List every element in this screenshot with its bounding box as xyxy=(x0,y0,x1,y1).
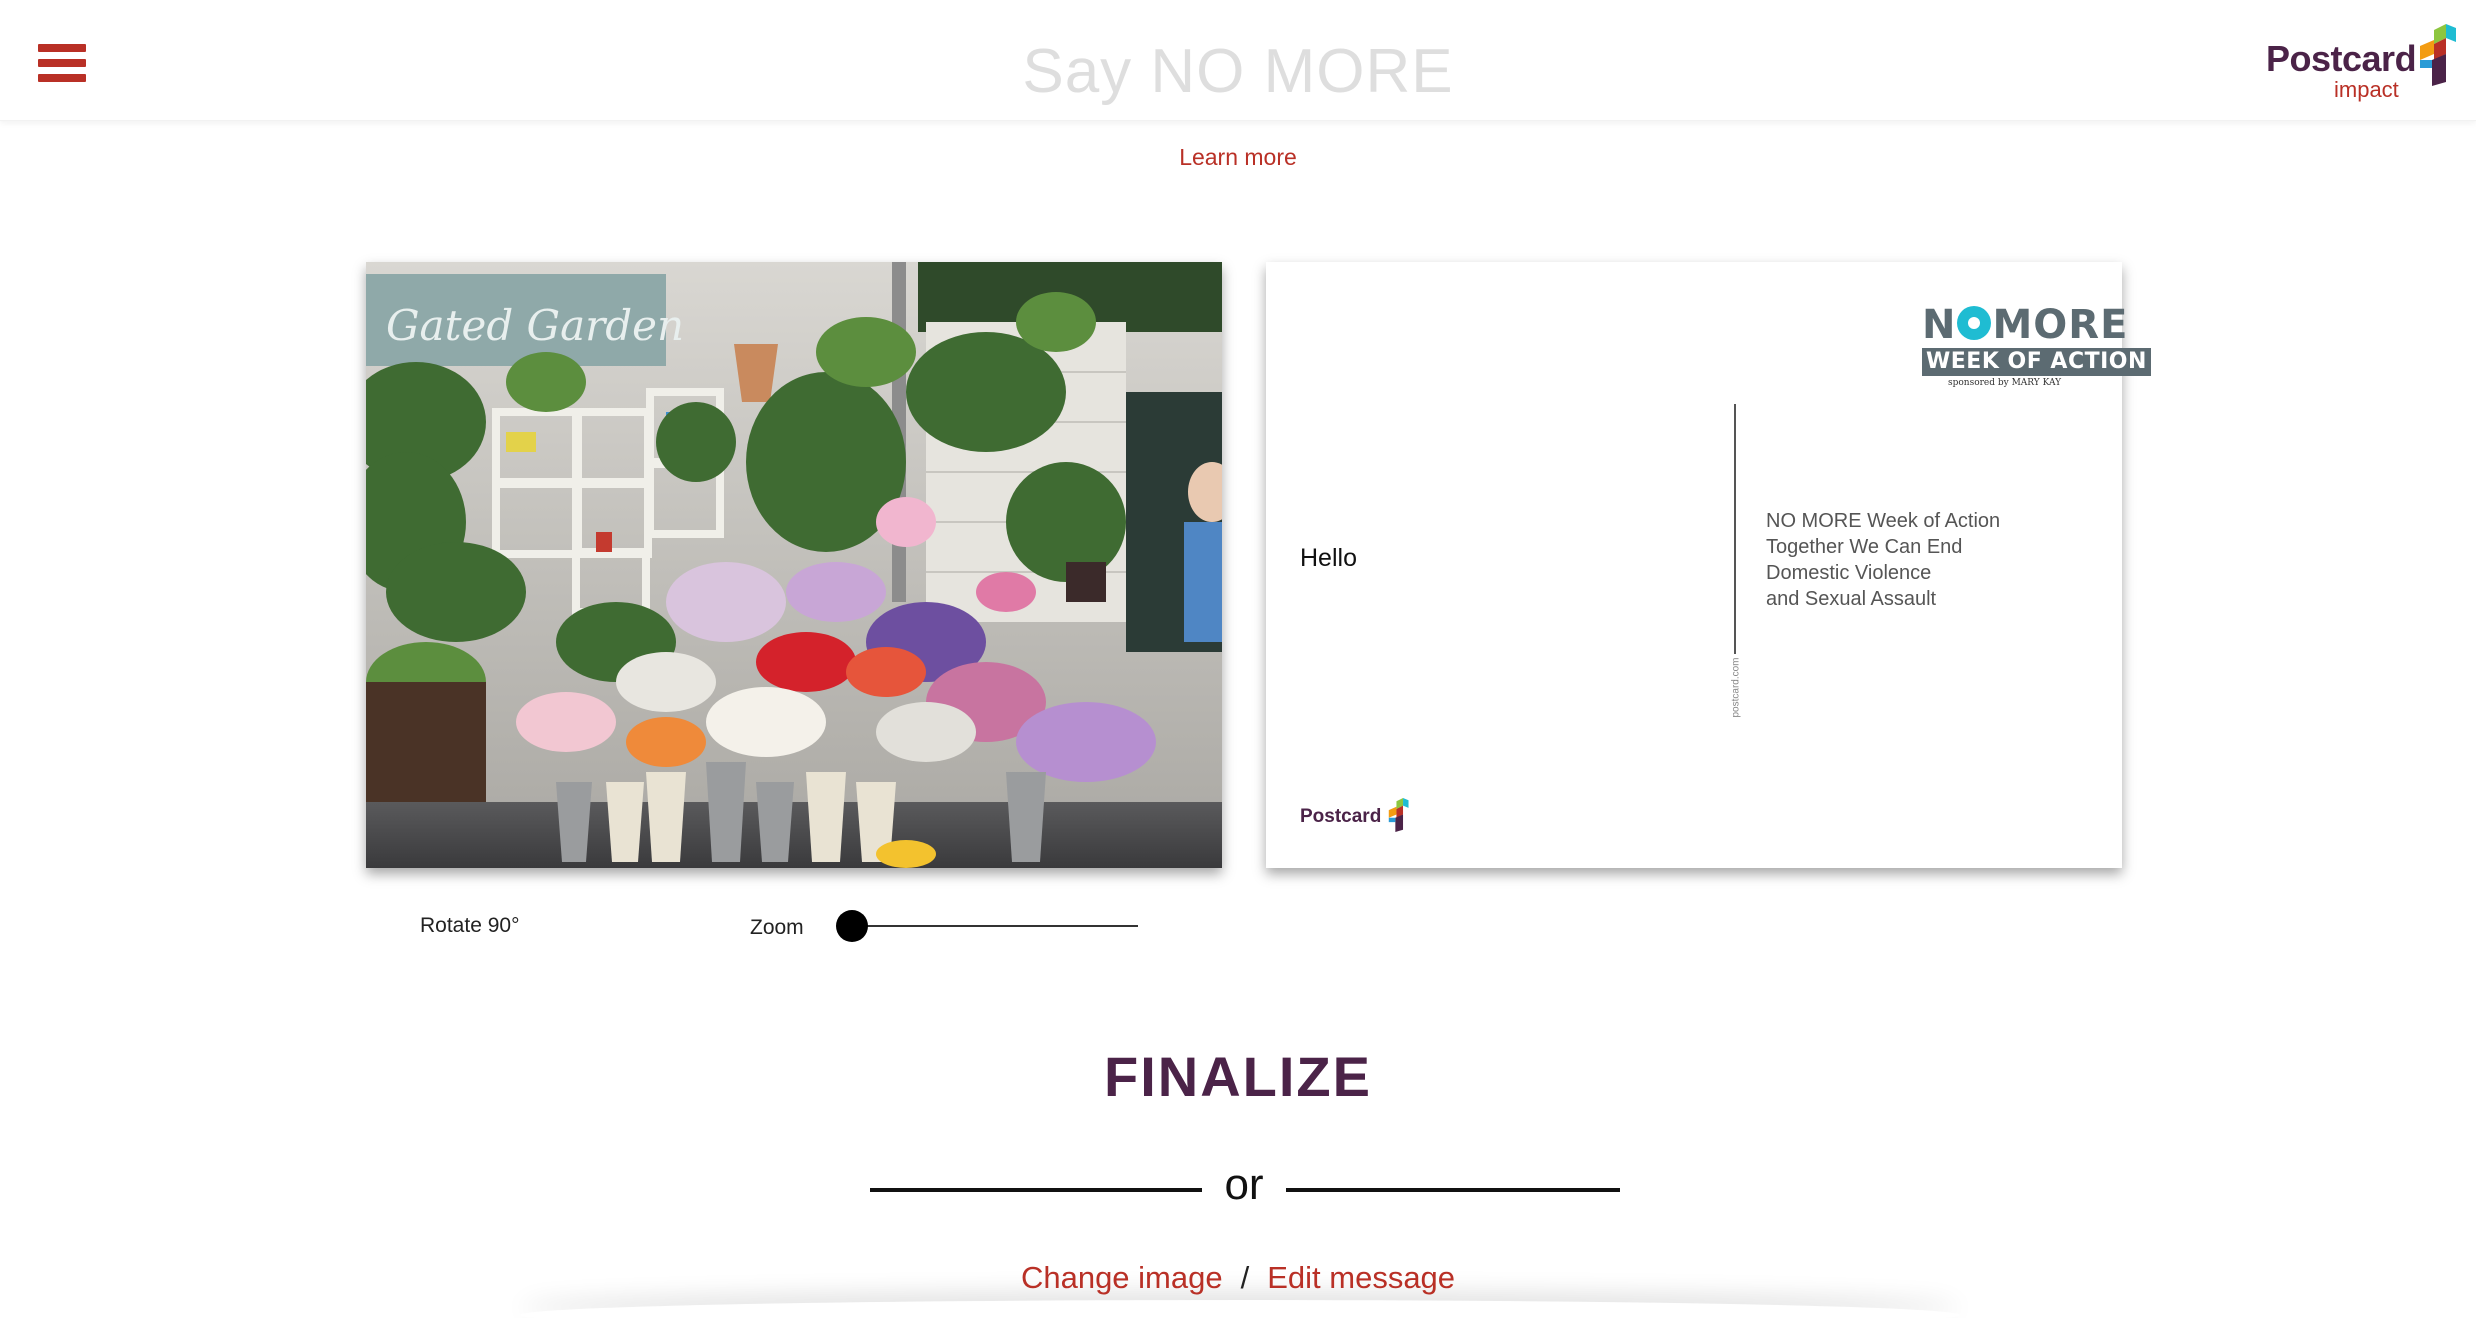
zoom-label: Zoom xyxy=(750,916,804,939)
flower-shop-photo: Gated Garden xyxy=(366,262,1222,868)
finalize-button[interactable]: FINALIZE xyxy=(0,1044,2476,1109)
rotate-button[interactable]: Rotate 90° xyxy=(420,914,519,938)
footer-brand-name: Postcard xyxy=(1300,806,1382,827)
recipient-address: NO MORE Week of Action Together We Can E… xyxy=(1766,508,2000,612)
divider-left xyxy=(870,1188,1202,1192)
postcard-front-image[interactable]: Gated Garden xyxy=(366,262,1222,868)
postcard-impact-logo[interactable]: Postcard impact xyxy=(2262,22,2462,102)
edit-message-link[interactable]: Edit message xyxy=(1267,1260,1455,1295)
nomore-circle-icon xyxy=(1957,306,1992,340)
zoom-slider-thumb[interactable] xyxy=(836,910,868,942)
garden-sign-text: Gated Garden xyxy=(386,301,684,350)
address-line: and Sexual Assault xyxy=(1766,588,1937,610)
brand-name: Postcard xyxy=(2266,38,2417,79)
page-title: Say NO MORE xyxy=(1022,37,1454,106)
bottom-shadow xyxy=(520,1300,1960,1318)
address-line: Together We Can End xyxy=(1766,536,1963,558)
address-line: Domestic Violence xyxy=(1766,562,1932,584)
link-separator: / xyxy=(1240,1260,1250,1295)
brand-sub: impact xyxy=(2334,77,2399,102)
card-divider xyxy=(1734,404,1736,654)
postcard-footer-logo: Postcard xyxy=(1300,796,1420,836)
top-header: Say NO MORE Postcard impact xyxy=(0,0,2476,121)
message-greeting[interactable]: Hello xyxy=(1300,544,1357,573)
nomore-logo-title: N MORE xyxy=(1922,302,2129,348)
nomore-week-of-action-logo: N MORE WEEK OF ACTION sponsored by MARY K… xyxy=(1918,302,2151,388)
postcard-back[interactable]: N MORE WEEK OF ACTION sponsored by MARY K… xyxy=(1266,262,2151,868)
postcard-mark-icon xyxy=(1388,798,1409,832)
address-line: NO MORE Week of Action xyxy=(1766,510,2001,532)
postcard-mark-icon xyxy=(2420,24,2456,86)
nomore-logo-sponsor: sponsored by MARY KAY xyxy=(1948,378,2062,388)
learn-more-link[interactable]: Learn more xyxy=(0,144,2476,171)
nomore-logo-subtitle: WEEK OF ACTION xyxy=(1922,348,2151,376)
change-image-link[interactable]: Change image xyxy=(1021,1260,1223,1295)
page: Say NO MORE Postcard impact Learn more G… xyxy=(0,0,2476,1318)
divider-right xyxy=(1286,1188,1620,1192)
or-separator: or xyxy=(1224,1160,1264,1209)
vertical-url-text: postcard.com xyxy=(1730,657,1742,718)
zoom-slider-track[interactable] xyxy=(852,925,1138,927)
bottom-links: Change image / Edit message xyxy=(0,1260,2476,1296)
